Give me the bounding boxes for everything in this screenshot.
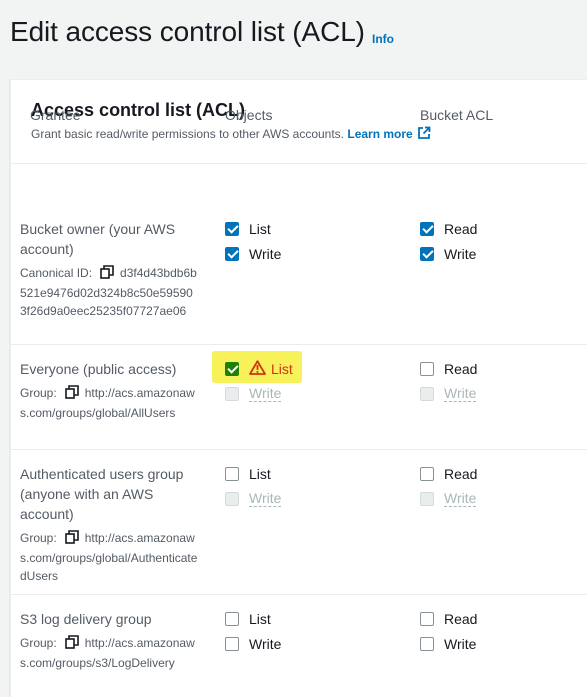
copy-icon[interactable] <box>64 530 79 549</box>
grantee-identifier: Group: http://acs.amazonaws.com/groups/s3… <box>20 634 198 672</box>
checkbox-input[interactable] <box>225 612 239 626</box>
checkbox-label: Read <box>444 221 478 237</box>
checkbox-bucket-acl-write-0[interactable]: Write <box>420 244 476 264</box>
identifier-label: Group: <box>20 531 57 545</box>
grantee-identifier: Group: http://acs.amazonaws.com/groups/gl… <box>20 384 198 422</box>
checkbox-bucket-acl-write-1: Write <box>420 384 477 404</box>
checkbox-input[interactable] <box>225 467 239 481</box>
checkbox-input[interactable] <box>225 247 239 261</box>
checkbox-input[interactable] <box>225 222 239 236</box>
checkbox-input[interactable] <box>420 637 434 651</box>
checkbox-label: Write <box>249 385 282 402</box>
checkbox-input[interactable] <box>420 222 434 236</box>
row-divider <box>10 344 587 345</box>
checkbox-input[interactable] <box>225 637 239 651</box>
panel-header: Access control list (ACL) Grant basic re… <box>11 80 587 164</box>
checkbox-label: List <box>249 611 271 627</box>
identifier-label: Group: <box>20 386 57 400</box>
learn-more-link[interactable]: Learn more <box>347 126 431 141</box>
checkbox-objects-write-1: Write <box>225 384 282 404</box>
column-header-grantee: Grantee <box>30 107 81 123</box>
warning-label: List <box>249 360 293 378</box>
checkbox-input[interactable] <box>420 612 434 626</box>
checkbox-bucket-acl-read-2[interactable]: Read <box>420 464 477 484</box>
checkbox-label: Write <box>444 636 477 652</box>
checkbox-bucket-acl-read-0[interactable]: Read <box>420 219 477 239</box>
checkbox-bucket-acl-write-2: Write <box>420 489 477 509</box>
grantee-name: Everyone (public access) <box>20 361 177 377</box>
checkbox-input[interactable] <box>420 247 434 261</box>
checkbox-label: Write <box>249 246 282 262</box>
external-link-icon <box>417 126 431 139</box>
checkbox-objects-write-2: Write <box>225 489 282 509</box>
grantee-identifier: Canonical ID: d3f4d43bdb6b521e9476d02d324… <box>20 264 198 320</box>
checkbox-label: List <box>271 361 293 377</box>
panel-description: Grant basic read/write permissions to ot… <box>31 126 431 141</box>
checkbox-label: Write <box>249 636 282 652</box>
checkbox-objects-list-2[interactable]: List <box>225 464 271 484</box>
column-header-objects: Objects <box>225 107 273 123</box>
checkbox-input <box>420 387 434 401</box>
panel-description-text: Grant basic read/write permissions to ot… <box>31 127 345 141</box>
checkbox-input[interactable] <box>420 467 434 481</box>
info-link[interactable]: Info <box>372 32 394 46</box>
checkbox-objects-write-0[interactable]: Write <box>225 244 281 264</box>
checkbox-label: Read <box>444 361 478 377</box>
row-divider <box>10 449 587 450</box>
checkbox-input[interactable] <box>225 362 239 376</box>
checkbox-label: List <box>249 466 271 482</box>
row-divider <box>10 594 587 595</box>
identifier-label: Group: <box>20 636 57 650</box>
page-title: Edit access control list (ACL) <box>10 16 365 47</box>
checkbox-bucket-acl-read-1[interactable]: Read <box>420 359 477 379</box>
copy-icon[interactable] <box>64 635 79 654</box>
page-header: Edit access control list (ACL) Info <box>0 0 587 78</box>
checkbox-label: Write <box>444 385 477 402</box>
checkbox-label: Write <box>249 490 282 507</box>
checkbox-label: Write <box>444 490 477 507</box>
checkbox-input <box>225 492 239 506</box>
copy-icon[interactable] <box>100 265 114 284</box>
grantee-name: S3 log delivery group <box>20 611 152 627</box>
checkbox-input <box>225 387 239 401</box>
checkbox-label: Read <box>444 611 478 627</box>
checkbox-label: List <box>249 221 271 237</box>
copy-icon[interactable] <box>64 385 79 404</box>
grantee-name: Bucket owner (your AWS account) <box>20 221 176 257</box>
column-header-bucket-acl: Bucket ACL <box>420 107 494 123</box>
checkbox-objects-write-3[interactable]: Write <box>225 634 281 654</box>
checkbox-label: Write <box>444 246 477 262</box>
grantee-name: Authenticated users group (anyone with a… <box>20 466 184 522</box>
checkbox-objects-list-3[interactable]: List <box>225 609 271 629</box>
checkbox-objects-list-0[interactable]: List <box>225 219 271 239</box>
checkbox-input[interactable] <box>420 362 434 376</box>
checkbox-label: Read <box>444 466 478 482</box>
checkbox-bucket-acl-read-3[interactable]: Read <box>420 609 477 629</box>
checkbox-objects-list-1[interactable]: List <box>225 359 293 379</box>
checkbox-bucket-acl-write-3[interactable]: Write <box>420 634 476 654</box>
checkbox-input <box>420 492 434 506</box>
identifier-label: Canonical ID: <box>20 266 93 280</box>
learn-more-label: Learn more <box>347 127 413 141</box>
grantee-identifier: Group: http://acs.amazonaws.com/groups/gl… <box>20 529 198 585</box>
warning-icon <box>249 360 266 378</box>
